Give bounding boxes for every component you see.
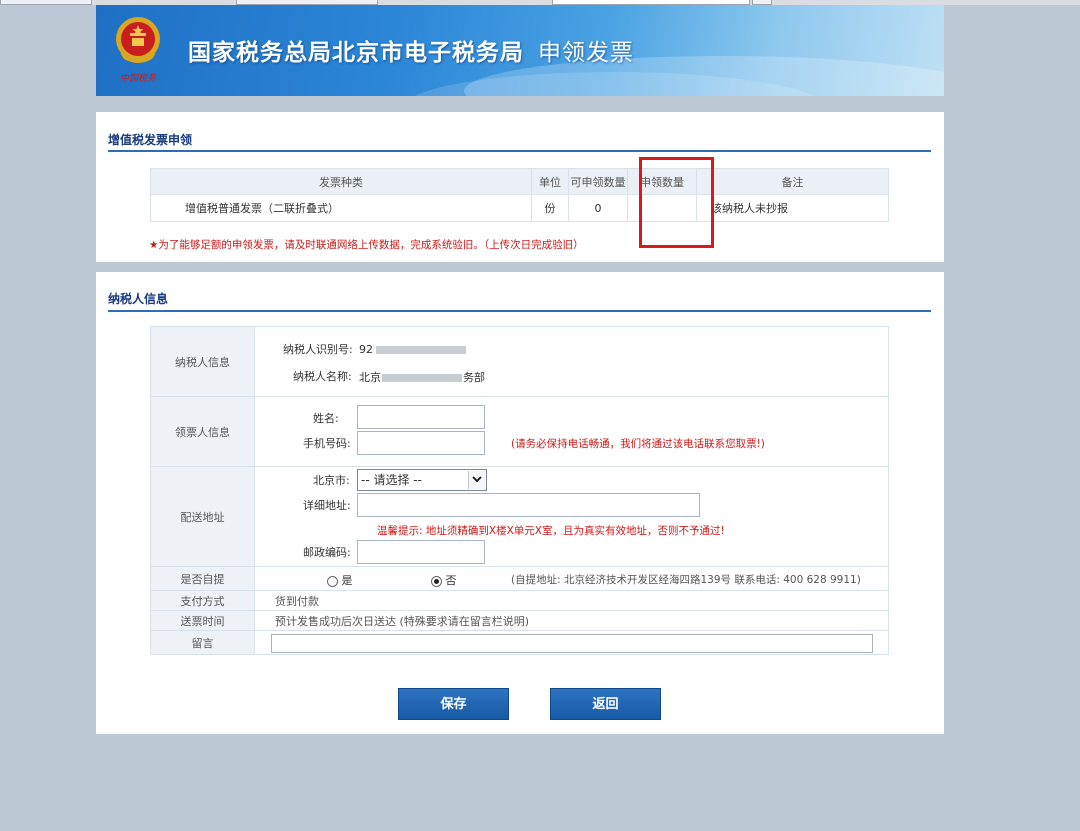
phone-hint: (请务必保持电话畅通，我们将通过该电话联系您取票!) [511,438,765,450]
table-row: 增值税普通发票（二联折叠式） 份 0 该纳税人未抄报 [150,194,889,222]
detail-address-label: 详细地址: [303,499,351,512]
row-delivery-address: 配送地址 北京市: -- 请选择 -- 详细地址: 温馨提示: 地址须精确到X楼… [150,466,889,567]
self-pickup-cell: 是 否 (自提地址: 北京经济技术开发区经海四路139号 联系电话: 400 6… [254,566,889,591]
radio-self-pickup-no[interactable]: 否 [431,572,457,588]
tax-emblem-icon: 中国税务 [116,17,160,84]
postcode-input[interactable] [357,540,485,564]
city-label: 北京市: [313,474,350,487]
row-self-pickup: 是否自提 是 否 (自提地址: 北京经济技术开发区经海四路139号 联系电话: … [150,566,889,591]
site-title: 国家税务总局北京市电子税务局 [188,40,524,66]
taxpayer-info-panel: 纳税人信息 纳税人信息 纳税人识别号: 92 纳税人名称: 北京 务部 领票人信息… [96,272,944,734]
label-recipient-info: 领票人信息 [150,396,255,467]
message-cell [254,630,889,655]
table-header-row: 发票种类 单位 可申领数量 申领数量 备注 [150,168,889,195]
section-divider [108,310,931,312]
col-header-unit: 单位 [531,168,569,195]
label-taxpayer-info: 纳税人信息 [150,326,255,397]
row-message: 留言 [150,630,889,655]
col-header-invoice-type: 发票种类 [150,168,532,195]
taxpayer-id-label: 纳税人识别号: [283,343,353,356]
taxpayer-id-value: 92 [359,343,466,356]
recipient-name-input[interactable] [357,405,485,429]
page-title: 国家税务总局北京市电子税务局 申领发票 [188,33,634,67]
label-self-pickup: 是否自提 [150,566,255,591]
cell-invoice-type: 增值税普通发票（二联折叠式） [150,194,532,222]
payment-method-value: 货到付款 [254,590,889,611]
radio-checked-icon[interactable] [431,575,442,587]
district-select-value: -- 请选择 -- [361,473,422,487]
taxpayer-name-value: 北京 务部 [359,371,485,384]
cell-available: 0 [568,194,628,222]
section-title-taxpayer: 纳税人信息 [108,292,169,306]
radio-icon[interactable] [327,575,338,587]
upload-warning: ★为了能够足额的申领发票，请及时联通网络上传数据，完成系统验旧。（上传次日完成验… [149,239,584,251]
header-banner: 中国税务 国家税务总局北京市电子税务局 申领发票 [96,5,944,96]
label-delivery-time: 送票时间 [150,610,255,631]
taxpayer-info-cell: 纳税人识别号: 92 纳税人名称: 北京 务部 [254,326,889,397]
col-header-available: 可申领数量 [568,168,628,195]
district-select[interactable]: -- 请选择 -- [357,469,487,491]
browser-tab[interactable] [0,0,92,5]
section-divider [108,150,931,152]
cell-unit: 份 [531,194,569,222]
invoice-table: 发票种类 单位 可申领数量 申领数量 备注 增值税普通发票（二联折叠式） 份 0… [150,168,889,222]
save-button[interactable]: 保存 [398,688,509,720]
taxpayer-form-table: 纳税人信息 纳税人识别号: 92 纳税人名称: 北京 务部 领票人信息 姓名: 手… [150,326,889,655]
delivery-time-value: 预计发售成功后次日送达 (特殊要求请在留言栏说明) [254,610,889,631]
detail-address-input[interactable] [357,493,700,517]
emblem-caption: 中国税务 [120,73,157,84]
phone-label: 手机号码: [303,437,351,450]
delivery-address-cell: 北京市: -- 请选择 -- 详细地址: 温馨提示: 地址须精确到X楼X单元X室… [254,466,889,567]
recipient-info-cell: 姓名: 手机号码: (请务必保持电话畅通，我们将通过该电话联系您取票!) [254,396,889,467]
row-recipient-info: 领票人信息 姓名: 手机号码: (请务必保持电话畅通，我们将通过该电话联系您取票… [150,396,889,467]
chevron-down-icon[interactable] [468,471,485,489]
section-title-invoice: 增值税发票申领 [108,133,193,147]
back-button[interactable]: 返回 [550,688,661,720]
message-input[interactable] [271,634,873,653]
label-payment-method: 支付方式 [150,590,255,611]
invoice-application-panel: 增值税发票申领 发票种类 单位 可申领数量 申领数量 备注 增值税普通发票（二联… [96,112,944,262]
cell-note: 该纳税人未抄报 [696,194,889,222]
recipient-phone-input[interactable] [357,431,485,455]
row-delivery-time: 送票时间 预计发售成功后次日送达 (特殊要求请在留言栏说明) [150,610,889,631]
radio-self-pickup-yes[interactable]: 是 [327,572,353,588]
postcode-label: 邮政编码: [303,546,351,559]
page-subtitle: 申领发票 [538,40,634,66]
row-payment-method: 支付方式 货到付款 [150,590,889,611]
name-label: 姓名: [313,412,339,425]
col-header-note: 备注 [696,168,889,195]
row-taxpayer-info: 纳税人信息 纳税人识别号: 92 纳税人名称: 北京 务部 [150,326,889,397]
highlight-box [639,157,714,248]
pickup-address-info: (自提地址: 北京经济技术开发区经海四路139号 联系电话: 400 628 9… [511,574,861,586]
taxpayer-name-label: 纳税人名称: [293,370,352,383]
address-tip: 温馨提示: 地址须精确到X楼X单元X室，且为真实有效地址，否则不予通过! [377,525,725,537]
label-delivery-address: 配送地址 [150,466,255,567]
label-message: 留言 [150,630,255,655]
